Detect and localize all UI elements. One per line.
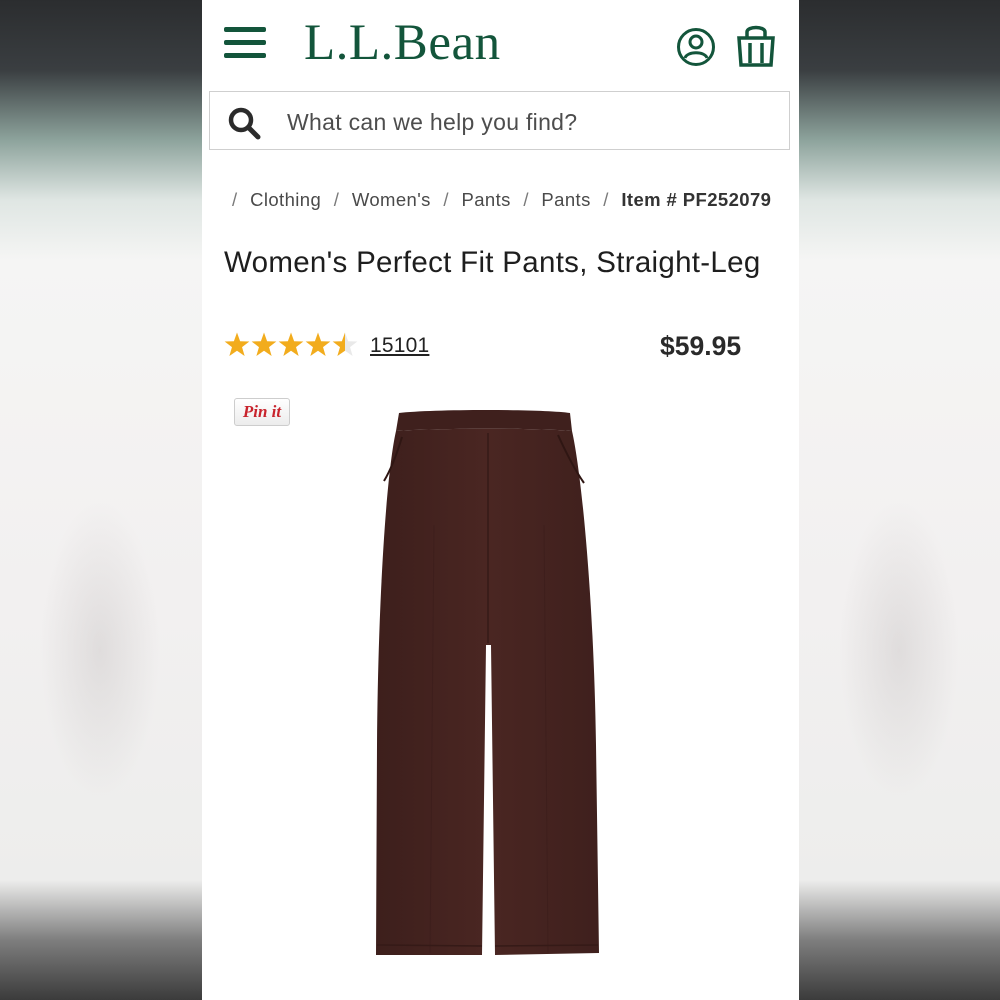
star-rating-icon (224, 332, 358, 357)
breadcrumb-womens[interactable]: Women's (352, 189, 431, 210)
rating-star-icon (278, 332, 304, 357)
search-icon[interactable] (227, 106, 261, 140)
account-user-icon[interactable] (676, 27, 716, 67)
item-number: Item # PF252079 (621, 189, 772, 210)
rating-star-icon (305, 332, 331, 357)
breadcrumb-clothing[interactable]: Clothing (250, 189, 321, 210)
search-bar[interactable] (209, 91, 790, 150)
site-header: L.L.Bean (202, 0, 799, 90)
review-count-link[interactable]: 15101 (370, 334, 429, 358)
breadcrumb: / Clothing / Women's / Pants / Pants / I… (232, 189, 772, 210)
product-price: $59.95 (660, 331, 742, 361)
brown-pants-image[interactable] (372, 405, 604, 965)
breadcrumb-pants-sub[interactable]: Pants (541, 189, 590, 210)
hamburger-menu-icon[interactable] (224, 27, 266, 59)
shopping-bag-icon[interactable] (735, 23, 777, 67)
rating-star-icon (224, 332, 250, 357)
breadcrumb-pants[interactable]: Pants (461, 189, 510, 210)
product-title: Women's Perfect Fit Pants, Straight-Leg (224, 246, 761, 279)
product-page: L.L.Bean / Clothing / Women's / Pants / … (202, 0, 799, 1000)
llbean-logo[interactable]: L.L.Bean (304, 14, 501, 72)
blurred-background-left (0, 0, 202, 1000)
search-input[interactable] (285, 102, 769, 142)
rating-star-icon (251, 332, 277, 357)
pin-it-button[interactable]: Pin it (234, 398, 290, 426)
blurred-background-right (799, 0, 1000, 1000)
rating-star-icon (332, 332, 358, 357)
